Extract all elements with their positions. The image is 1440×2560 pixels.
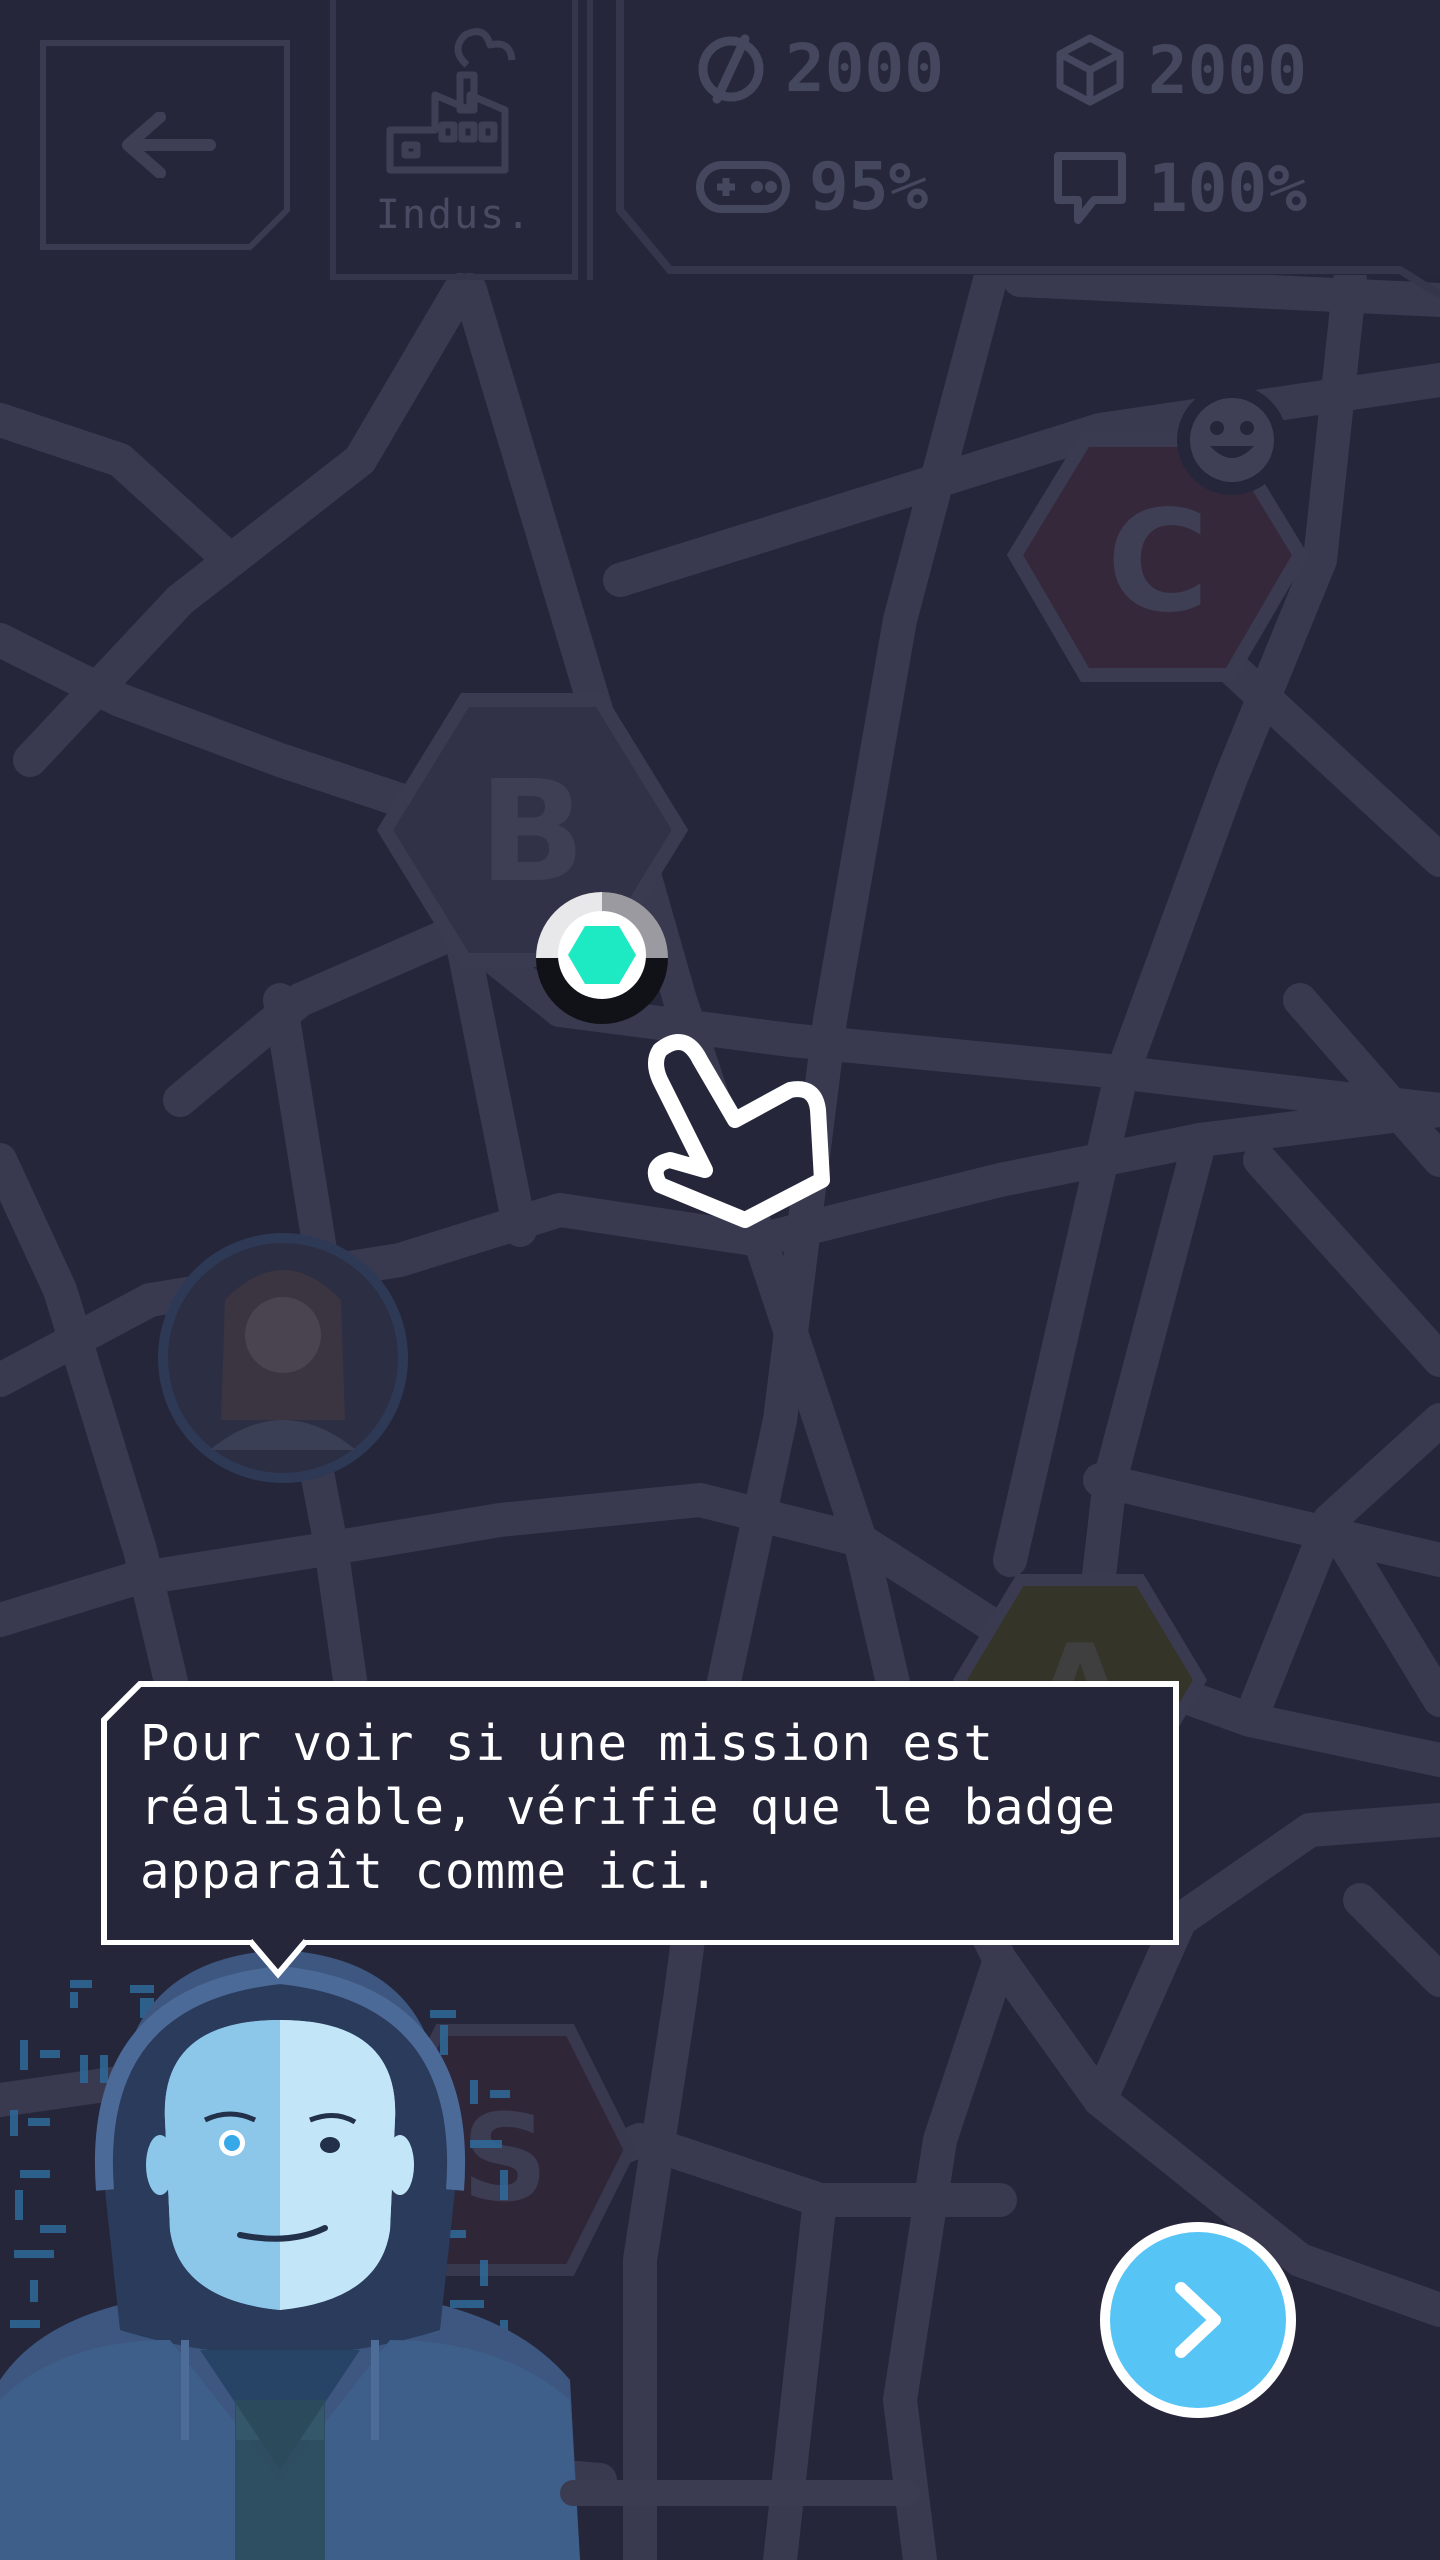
mission-badge (536, 892, 668, 1024)
sector-indicator[interactable]: Indus. (330, 0, 578, 280)
node-c-letter: C (1107, 481, 1210, 644)
stat-fun-value: 95% (809, 148, 929, 225)
chat-icon (1054, 152, 1126, 224)
arrow-left-icon (122, 112, 216, 178)
sector-label: Indus. (375, 192, 533, 238)
pointing-hand-icon (647, 1034, 830, 1228)
stat-opinion: 100% (1050, 148, 1307, 228)
stat-fun: 95% (695, 148, 928, 225)
top-hud: Indus. 2000 2000 95% 100% (0, 0, 1440, 300)
back-button[interactable] (40, 40, 290, 250)
smiley-icon (1177, 385, 1287, 495)
next-button-inner (1110, 2232, 1286, 2408)
tutorial-message: Pour voir si une mission est réalisable,… (140, 1715, 1117, 1900)
guide-character (0, 1950, 580, 2560)
factory-icon (386, 28, 516, 174)
stat-resources: 2000 (1050, 30, 1307, 110)
cube-icon (1056, 34, 1124, 106)
character-avatar[interactable] (158, 1233, 408, 1483)
home-indicator[interactable] (560, 2480, 920, 2506)
currency-icon (698, 34, 764, 103)
chevron-right-icon (1175, 2282, 1221, 2358)
stat-currency-value: 2000 (785, 30, 944, 107)
gamepad-icon (696, 160, 790, 213)
stat-opinion-value: 100% (1148, 149, 1307, 227)
stat-currency: 2000 (695, 30, 944, 107)
node-b-letter: B (479, 751, 586, 914)
bubble-tail (250, 1938, 309, 1979)
stat-resources-value: 2000 (1148, 31, 1307, 109)
next-button[interactable] (1100, 2222, 1296, 2418)
